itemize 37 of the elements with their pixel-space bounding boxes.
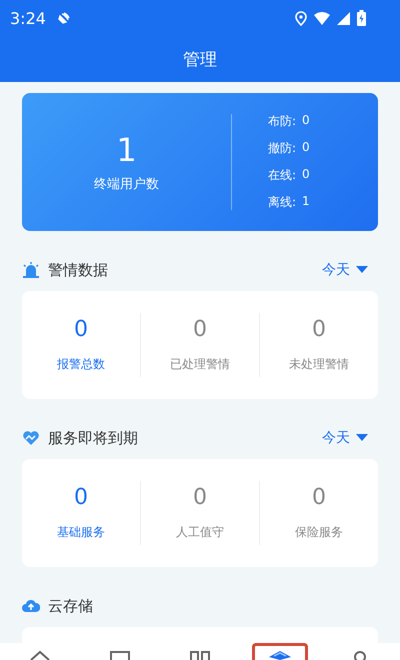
layers-icon: [268, 650, 292, 660]
stat-label: 撤防:: [268, 140, 296, 157]
status-time: 3:24: [10, 8, 46, 28]
metric-item[interactable]: 0 未处理警情: [260, 317, 378, 373]
location-icon: [295, 10, 307, 26]
stat-label: 布防:: [268, 113, 296, 130]
wifi-icon: [314, 12, 330, 24]
stat-label: 离线:: [268, 194, 296, 211]
heart-icon: [22, 430, 40, 446]
signal-icon: [337, 12, 350, 24]
satellite-icon: [56, 11, 71, 25]
metric-item[interactable]: 0 人工值守: [141, 485, 259, 541]
stat-value: 1: [302, 194, 310, 210]
home-icon: [29, 650, 51, 660]
cloud-upload-icon: [22, 599, 40, 613]
section-title: 云存储: [48, 596, 93, 616]
stat-label: 在线:: [268, 167, 296, 184]
metric-item[interactable]: 0 保险服务: [260, 485, 378, 541]
caret-icon: [356, 434, 368, 442]
battery-icon: [357, 10, 366, 26]
stat-value: 0: [302, 140, 310, 156]
user-count-label: 终端用户数: [94, 176, 159, 193]
alarm-light-icon: [22, 262, 40, 278]
date-filter-dropdown[interactable]: 今天: [322, 429, 378, 447]
caret-icon: [356, 266, 368, 274]
stat-value: 0: [302, 167, 310, 183]
page-title: 管理: [183, 48, 217, 70]
stat-value: 0: [302, 113, 310, 129]
user-count: 1: [116, 131, 137, 169]
section-title: 服务即将到期: [48, 428, 138, 448]
date-filter-dropdown[interactable]: 今天: [322, 261, 378, 279]
nav-tab[interactable]: [252, 643, 308, 660]
metric-item[interactable]: 0 报警总数: [22, 317, 140, 373]
metric-item[interactable]: 0 基础服务: [22, 485, 140, 541]
section-title: 警情数据: [48, 260, 108, 280]
metric-item[interactable]: 0 已处理警情: [141, 317, 259, 373]
grid-icon: [189, 650, 211, 660]
